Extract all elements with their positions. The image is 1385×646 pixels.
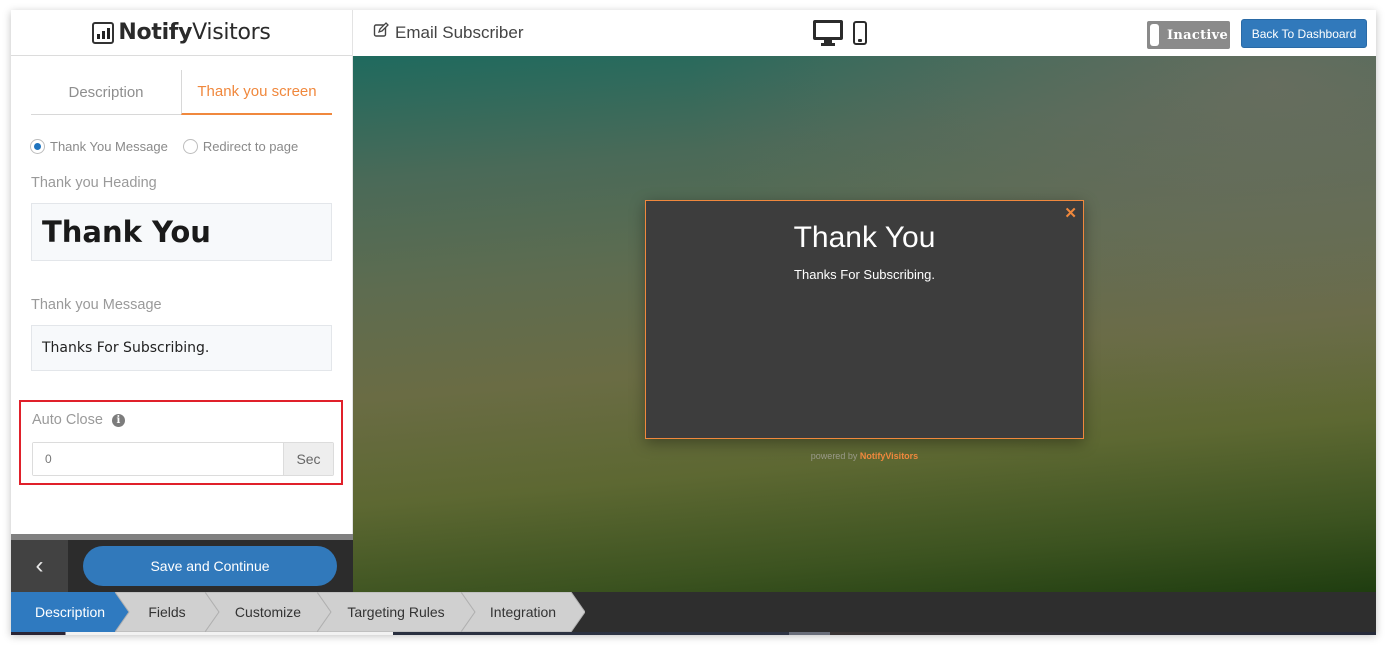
tab-description[interactable]: Description <box>31 70 181 114</box>
logo-text: NotifyVisitors <box>118 20 271 45</box>
bar-chart-logo-icon <box>92 21 115 44</box>
message-label: Thank you Message <box>31 297 162 313</box>
step-targeting-rules[interactable]: Targeting Rules <box>317 592 475 632</box>
toggle-knob <box>1150 24 1159 46</box>
sidebar-tabs: Description Thank you screen <box>31 70 332 115</box>
radio-button[interactable] <box>30 139 45 154</box>
radio-redirect-to-page[interactable]: Redirect to page <box>182 139 298 154</box>
radio-button[interactable] <box>182 139 198 154</box>
auto-close-field: Sec <box>32 442 334 476</box>
popup-message: Thanks For Subscribing. <box>794 267 935 282</box>
auto-close-input[interactable] <box>33 443 283 475</box>
page-title[interactable]: Email Subscriber <box>373 22 524 43</box>
save-and-continue-button[interactable]: Save and Continue <box>83 546 337 586</box>
step-fields[interactable]: Fields <box>115 592 219 632</box>
status-toggle[interactable]: Inactive <box>1147 21 1230 49</box>
back-button[interactable]: ‹ <box>11 540 68 592</box>
mobile-icon[interactable] <box>853 21 867 45</box>
top-bar: Email Subscriber Inactive Back To Dashbo… <box>353 10 1376 56</box>
radio-thank-you-message[interactable]: Thank You Message <box>30 139 168 154</box>
device-toggle <box>813 20 867 46</box>
auto-close-highlight: Auto Close i Sec <box>19 400 343 485</box>
sidebar-footer: ‹ Save and Continue <box>11 540 353 592</box>
thank-you-popup: ✕ Thank You Thanks For Subscribing. <box>645 200 1084 439</box>
popup-preview-area: ✕ Thank You Thanks For Subscribing. powe… <box>353 56 1376 592</box>
tab-thank-you-screen[interactable]: Thank you screen <box>181 70 332 115</box>
info-circle-icon[interactable]: i <box>111 413 125 427</box>
auto-close-label: Auto Close i <box>32 412 125 428</box>
sidebar: NotifyVisitors Description Thank you scr… <box>11 10 353 592</box>
message-input[interactable]: Thanks For Subscribing. <box>31 325 332 371</box>
popup-heading: Thank You <box>793 221 936 254</box>
edit-icon <box>373 22 389 43</box>
wizard-steps: Description Fields Customize Targeting R… <box>11 592 1376 632</box>
app-window: NotifyVisitors Description Thank you scr… <box>11 10 1376 635</box>
step-integration[interactable]: Integration <box>461 592 585 632</box>
step-description[interactable]: Description <box>11 592 129 632</box>
logo: NotifyVisitors <box>11 10 352 56</box>
heading-label: Thank you Heading <box>31 175 157 191</box>
heading-input[interactable]: Thank You <box>31 203 332 261</box>
thank-you-type-radios: Thank You Message Redirect to page <box>30 139 352 154</box>
close-icon[interactable]: ✕ <box>1064 204 1077 222</box>
bottom-strip <box>11 632 1376 635</box>
desktop-icon[interactable] <box>813 20 843 46</box>
chevron-left-icon: ‹ <box>35 552 44 579</box>
back-to-dashboard-button[interactable]: Back To Dashboard <box>1241 19 1367 48</box>
seconds-unit-addon: Sec <box>283 443 333 475</box>
step-customize[interactable]: Customize <box>205 592 331 632</box>
powered-by-brand-link[interactable]: NotifyVisitors <box>860 451 918 461</box>
powered-by: powered by NotifyVisitors <box>810 451 919 461</box>
